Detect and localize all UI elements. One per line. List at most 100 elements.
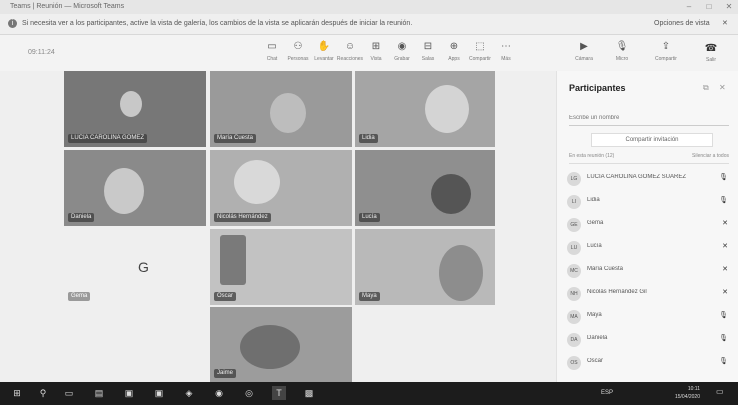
share-content-button[interactable]: ⇪ Compartir (652, 39, 680, 69)
record-icon: ◉ (397, 41, 407, 52)
view-options-link[interactable]: Opciones de vista (654, 14, 714, 34)
notifications-icon[interactable]: ▭ (716, 387, 724, 396)
participant-row[interactable]: MC María Cuesta ✕ (567, 261, 732, 281)
participant-face (234, 160, 280, 204)
info-banner: i Si necesita ver a los participantes, a… (0, 14, 738, 35)
avatar: MA (567, 310, 581, 324)
reactions-button[interactable]: ☺ Reacciones (336, 39, 364, 69)
mic-muted-icon: ✕ (722, 243, 728, 250)
participant-name-tag: Oscar (214, 292, 237, 301)
people-button[interactable]: ⚇ Personas (284, 39, 312, 69)
participant-name: Daniela (587, 335, 608, 341)
language-indicator[interactable]: ESP (600, 386, 614, 400)
participant-face (270, 93, 306, 133)
system-tray-clock[interactable]: 10:11 15/04/2020 (640, 385, 700, 401)
start-icon[interactable]: ⊞ (10, 386, 24, 400)
clock-date: 15/04/2020 (674, 394, 700, 400)
people-icon: ⚇ (293, 41, 303, 52)
participant-row[interactable]: LU Lucía ✕ (567, 238, 732, 258)
mic-icon: 🎙 (719, 335, 728, 342)
phone-icon: ☎ (704, 43, 718, 54)
video-tile[interactable]: Nicolás Hernández (210, 150, 352, 226)
clock-time: 10:11 (687, 386, 700, 392)
mic-button[interactable]: 🎙 Micro (608, 39, 636, 69)
participant-name-tag: Jaime (214, 369, 237, 378)
grid-icon: ⊞ (371, 41, 381, 52)
participant-name: Lidia (587, 197, 600, 203)
app-icon[interactable]: ◎ (242, 386, 256, 400)
apps-button[interactable]: ⊕ Apps (440, 39, 468, 69)
avatar: NH (567, 287, 581, 301)
video-tile[interactable]: LUCIA CAROLINA GOMEZ (64, 71, 206, 147)
panel-title: Participantes (569, 83, 626, 93)
participant-name-tag: Lucía (359, 213, 380, 222)
mute-all-link[interactable]: Silenciar a todos (692, 153, 729, 159)
participant-row[interactable]: OS Oscar 🎙 (567, 353, 732, 373)
maximize-button[interactable]: □ (700, 0, 718, 14)
chat-icon: ▭ (267, 41, 277, 52)
video-grid: LUCIA CAROLINA GOMEZ María Cuesta Lidia … (0, 71, 556, 382)
meeting-timer: 09:11:24 (28, 49, 55, 56)
participant-row[interactable]: GE Gema ✕ (567, 215, 732, 235)
app-icon[interactable]: ▣ (152, 386, 166, 400)
participant-name: Gema (587, 220, 604, 226)
raise-hand-button[interactable]: ✋ Levantar (310, 39, 338, 69)
camera-icon: ▶ (580, 41, 588, 52)
section-header: En esta reunión (12) Silenciar a todos (569, 153, 729, 164)
chat-button[interactable]: ▭ Chat (258, 39, 286, 69)
participant-name: María Cuesta (587, 266, 624, 272)
mic-icon: 🎙 (719, 358, 728, 365)
window-title: Teams | Reunión — Microsoft Teams (10, 3, 125, 10)
mic-icon: 🎙 (719, 197, 728, 204)
search-input[interactable] (569, 111, 729, 126)
video-tile[interactable]: Maya (355, 229, 495, 305)
avatar: LU (567, 241, 581, 255)
more-icon: ⋯ (501, 41, 511, 52)
close-window-button[interactable]: ✕ (720, 0, 738, 14)
task-view-icon[interactable]: ▭ (62, 386, 76, 400)
hand-icon: ✋ (317, 41, 331, 52)
participant-row[interactable]: MA Maya 🎙 (567, 307, 732, 327)
participant-row[interactable]: LI Lidia 🎙 (567, 192, 732, 212)
search-icon[interactable]: ⚲ (36, 386, 50, 400)
video-tile-avatar[interactable]: G Gema (64, 229, 206, 305)
view-button[interactable]: ⊞ Vista (362, 39, 390, 69)
leave-button[interactable]: ☎ Salir (700, 41, 722, 65)
app-icon[interactable]: ◉ (212, 386, 226, 400)
participant-name-tag: Nicolás Hernández (214, 213, 271, 222)
participant-face (431, 174, 471, 214)
app-icon[interactable]: ▩ (302, 386, 316, 400)
more-button[interactable]: ⋯ Más (492, 39, 520, 69)
upload-icon: ⇪ (661, 41, 671, 52)
minimize-button[interactable]: – (680, 0, 698, 14)
mic-muted-icon: ✕ (722, 220, 728, 227)
video-tile[interactable]: Oscar (210, 229, 352, 305)
video-tile[interactable]: Jaime (210, 307, 352, 382)
app-icon[interactable]: ▣ (122, 386, 136, 400)
video-tile[interactable]: Daniela (64, 150, 206, 226)
avatar: GE (567, 218, 581, 232)
participant-row[interactable]: LG LUCIA CAROLINA GOMEZ SUAREZ 🎙 (567, 169, 732, 189)
close-banner-button[interactable]: ✕ (722, 14, 732, 34)
rooms-button[interactable]: ⊟ Salas (414, 39, 442, 69)
file-explorer-icon[interactable]: ▤ (92, 386, 106, 400)
camera-button[interactable]: ▶ Cámara (570, 39, 598, 69)
share-screen-icon: ⬚ (475, 41, 485, 52)
doorway (220, 235, 246, 285)
video-tile[interactable]: Lidia (355, 71, 495, 147)
close-icon[interactable]: ✕ (719, 83, 726, 92)
teams-icon[interactable]: T (272, 386, 286, 400)
participant-row[interactable]: DA Daniela 🎙 (567, 330, 732, 350)
share-screen-button[interactable]: ⬚ Compartir (466, 39, 494, 69)
participant-row[interactable]: NH Nicolás Hernández Gil ✕ (567, 284, 732, 304)
avatar: LG (567, 172, 581, 186)
app-icon[interactable]: ◈ (182, 386, 196, 400)
avatar: LI (567, 195, 581, 209)
share-invite-button[interactable]: Compartir invitación (591, 133, 713, 147)
video-tile[interactable]: María Cuesta (210, 71, 352, 147)
participant-face (104, 168, 144, 214)
rooms-icon: ⊟ (423, 41, 433, 52)
video-tile[interactable]: Lucía (355, 150, 495, 226)
record-button[interactable]: ◉ Grabar (388, 39, 416, 69)
popout-icon[interactable]: ⧉ (703, 83, 709, 93)
